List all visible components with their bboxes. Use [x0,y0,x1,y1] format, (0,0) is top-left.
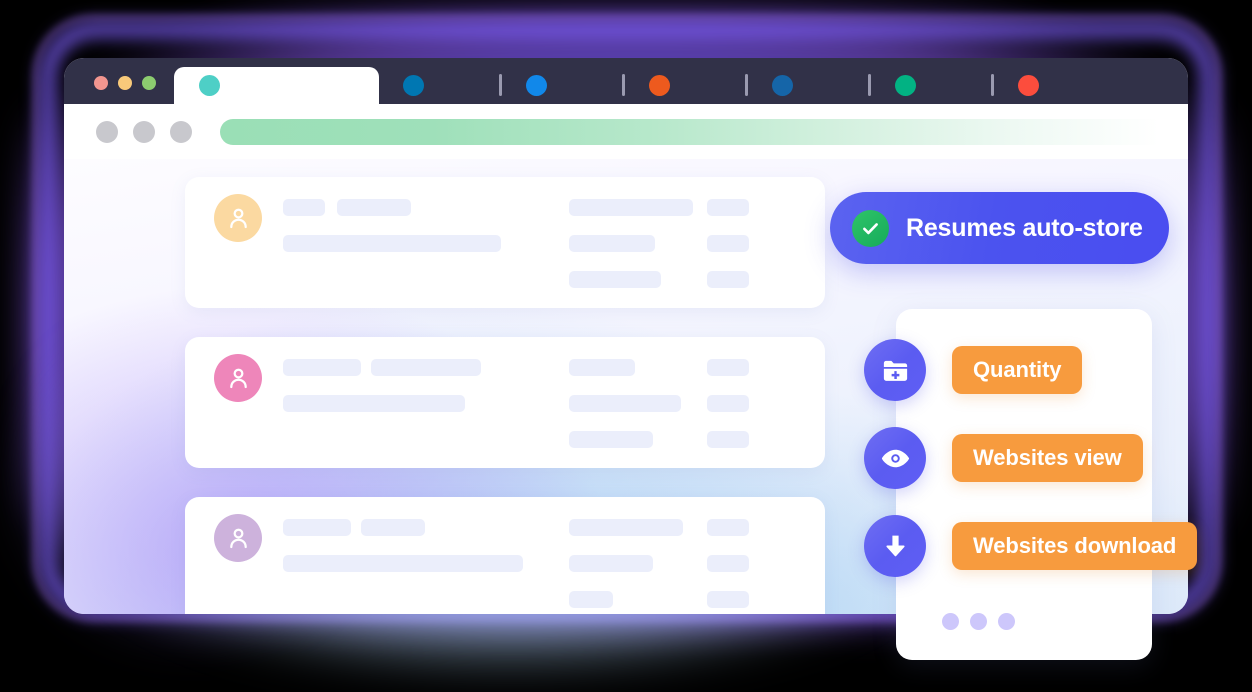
address-bar[interactable] [220,118,1188,145]
list-item[interactable] [185,177,825,308]
loading-dot [970,613,987,630]
browser-tab-strip [64,58,1188,104]
websites-view-pill[interactable]: Websites view [952,434,1143,482]
window-traffic-lights [64,76,174,104]
tab-list [174,58,1188,104]
forward-button[interactable] [133,120,155,143]
websites-download-pill[interactable]: Websites download [952,522,1198,570]
list-item[interactable] [185,337,825,468]
browser-tab-7[interactable] [994,67,1114,104]
skeleton-bar [569,555,653,572]
browser-tab-2[interactable] [379,67,499,104]
red-circle-favicon-icon [1018,75,1039,96]
feature-row-quantity[interactable]: Quantity [864,339,1083,401]
skeleton-bar [371,359,481,376]
skeleton-bar [283,359,361,376]
loading-dot [942,613,959,630]
green-circle-favicon-icon [895,75,916,96]
browser-tab-6[interactable] [871,67,991,104]
quantity-label: Quantity [973,357,1062,382]
orange-circle-favicon-icon [649,75,670,96]
skeleton-bar [569,395,681,412]
skeleton-bar [707,235,749,252]
skeleton-bar [569,359,635,376]
loading-dot [998,613,1015,630]
blue-circle-favicon-icon [526,75,547,96]
check-circle-icon [852,209,889,247]
screenshot-root: Resumes auto-store Quantity Websites vie… [0,0,1252,692]
teal-circle-favicon-icon [199,75,220,96]
skeleton-bar [707,591,749,608]
blue-circle-favicon-icon [772,75,793,96]
skeleton-bar [569,199,693,216]
skeleton-bar [283,199,325,216]
loading-dots [942,613,1015,630]
skeleton-bar [283,519,351,536]
skeleton-bar [707,431,749,448]
resumes-auto-store-badge[interactable]: Resumes auto-store [830,192,1169,264]
browser-tab-3[interactable] [502,67,622,104]
blue-circle-favicon-icon [403,75,424,96]
browser-toolbar [64,104,1188,159]
minimize-window-button[interactable] [118,76,132,90]
browser-tab-1[interactable] [174,67,379,104]
skeleton-bar [707,555,749,572]
user-avatar [214,354,262,402]
eye-icon [864,427,926,489]
folder-plus-icon [864,339,926,401]
skeleton-bar [707,395,749,412]
skeleton-bar [707,359,749,376]
user-avatar [214,514,262,562]
websites-download-label: Websites download [973,533,1177,558]
websites-view-label: Websites view [973,445,1122,470]
user-avatar [214,194,262,242]
browser-tab-4[interactable] [625,67,745,104]
quantity-pill[interactable]: Quantity [952,346,1083,394]
feature-row-websites-view[interactable]: Websites view [864,427,1143,489]
skeleton-bar [569,235,655,252]
skeleton-bar [569,591,613,608]
close-window-button[interactable] [94,76,108,90]
skeleton-bar [707,519,749,536]
skeleton-bar [361,519,425,536]
skeleton-bar [337,199,411,216]
reload-button[interactable] [170,120,192,143]
resumes-auto-store-label: Resumes auto-store [906,213,1143,242]
back-button[interactable] [96,120,118,143]
maximize-window-button[interactable] [142,76,156,90]
list-item[interactable] [185,497,825,614]
feature-row-websites-download[interactable]: Websites download [864,515,1198,577]
skeleton-bar [283,395,465,412]
skeleton-bar [283,555,523,572]
skeleton-bar [569,271,661,288]
browser-tab-5[interactable] [748,67,868,104]
skeleton-bar [569,519,683,536]
skeleton-bar [707,271,749,288]
download-arrow-icon [864,515,926,577]
skeleton-bar [283,235,501,252]
skeleton-bar [707,199,749,216]
skeleton-bar [569,431,653,448]
